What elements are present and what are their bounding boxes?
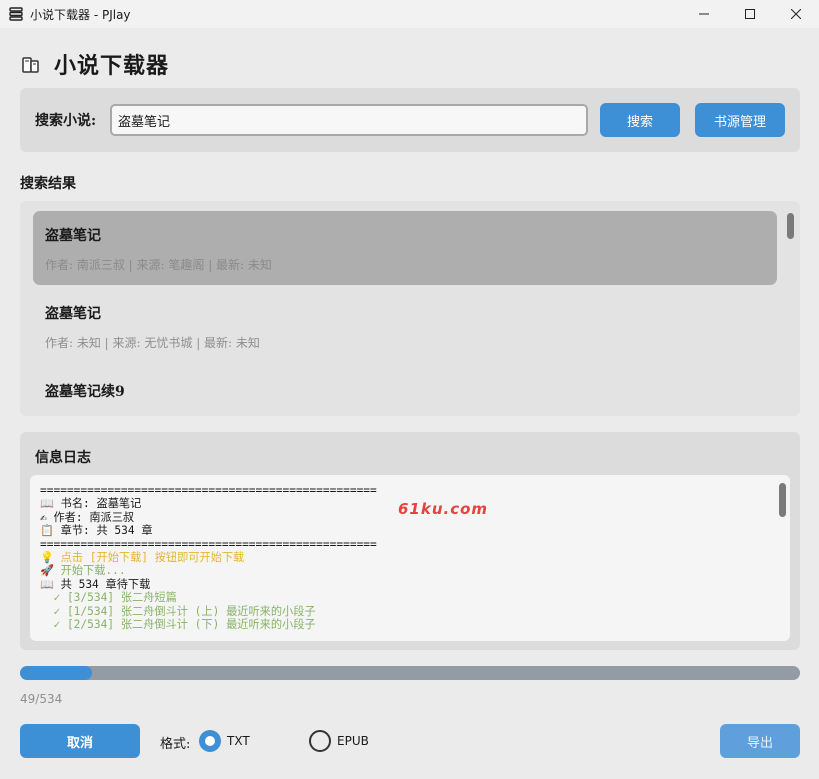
log-line: ✓ [1/534] 张二舟倒斗计 (上) 最近听来的小段子 [40,604,316,618]
result-meta: 作者: 南派三叔 | 来源: 笔趣阁 | 最新: 未知 [45,258,272,272]
cancel-button[interactable]: 取消 [20,724,140,758]
format-txt-label[interactable]: TXT [227,734,250,748]
results-list: 盗墓笔记 作者: 南派三叔 | 来源: 笔趣阁 | 最新: 未知 盗墓笔记 作者… [20,201,800,416]
progress-text: 49/534 [20,692,63,706]
log-line: ========================================… [40,537,377,551]
log-line: ✓ [3/534] 张二舟短篇 [40,591,177,605]
result-name: 盗墓笔记 [45,228,101,244]
minimize-button[interactable] [681,0,727,28]
log-title: 信息日志 [35,450,91,466]
search-panel: 搜索小说: 搜索 书源管理 [20,88,800,152]
window-title: 小说下载器 - PJlay [30,7,131,22]
log-line: 🚀 开始下载... [40,564,126,578]
log-line: ✓ [2/534] 张二舟倒斗计 (下) 最近听来的小段子 [40,618,316,632]
list-item[interactable]: 盗墓笔记 作者: 未知 | 来源: 无忧书城 | 最新: 未知 [33,289,777,363]
watermark: 61ku.com [398,500,489,518]
books-icon [22,57,39,73]
search-button[interactable]: 搜索 [600,103,680,137]
list-item[interactable]: 盗墓笔记 作者: 南派三叔 | 来源: 笔趣阁 | 最新: 未知 [33,211,777,285]
progress-fill [20,666,92,680]
log-line: 📖 书名: 盗墓笔记 [40,497,142,511]
page-title: 小说下载器 [54,53,170,79]
window-controls [681,0,819,28]
result-name: 盗墓笔记续9 [45,384,125,400]
close-button[interactable] [773,0,819,28]
source-manage-button[interactable]: 书源管理 [695,103,785,137]
search-label: 搜索小说: [35,113,97,129]
log-lines: ========================================… [40,484,377,631]
format-label: 格式: [160,737,191,752]
list-item[interactable]: 盗墓笔记续9 [33,367,777,416]
log-panel: 信息日志 ===================================… [20,432,800,650]
title-bar: 小说下载器 - PJlay [0,0,819,28]
minimize-icon [699,13,709,15]
format-epub-radio[interactable] [309,730,331,752]
maximize-button[interactable] [727,0,773,28]
results-title: 搜索结果 [20,176,76,192]
format-txt-radio[interactable] [199,730,221,752]
export-button[interactable]: 导出 [720,724,800,758]
log-line: 📋 章节: 共 534 章 [40,524,153,538]
format-epub-label[interactable]: EPUB [337,734,369,748]
result-meta: 作者: 未知 | 来源: 无忧书城 | 最新: 未知 [45,336,260,350]
log-line: 💡 点击 [开始下载] 按钮即可开始下载 [40,551,245,565]
log-line: ✍ 作者: 南派三叔 [40,510,135,524]
results-scrollbar[interactable] [787,213,794,239]
log-line: ========================================… [40,484,377,497]
log-line: 📖 共 534 章待下载 [40,577,151,591]
log-scrollbar[interactable] [779,483,786,517]
progress-bar [20,666,800,680]
app-icon [8,6,24,22]
close-icon [791,9,801,19]
page-header: 小说下载器 [20,48,169,80]
maximize-icon [745,9,755,19]
result-name: 盗墓笔记 [45,306,101,322]
search-input[interactable] [110,104,588,136]
